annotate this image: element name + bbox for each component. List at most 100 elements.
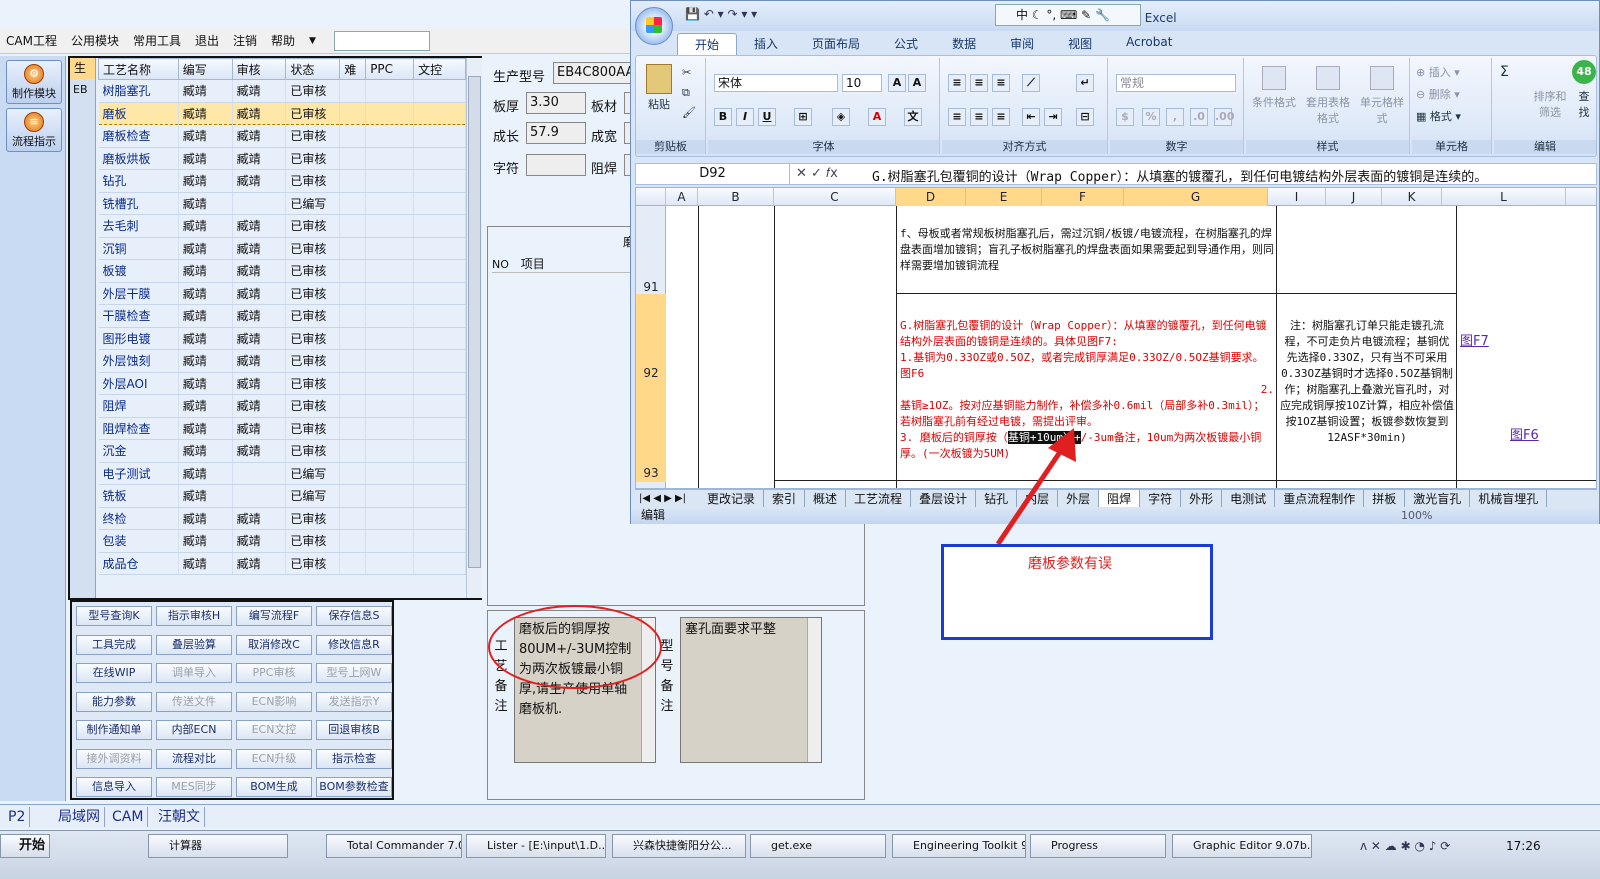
zoom-level[interactable]: 100%: [1401, 507, 1432, 524]
action-button[interactable]: 信息导入: [76, 777, 152, 797]
table-row[interactable]: 板镀 臧靖 臧靖 已审核: [98, 259, 466, 283]
tab-cam[interactable]: CAM: [108, 807, 149, 827]
row-header-93[interactable]: 93: [636, 466, 666, 480]
menu-public[interactable]: 公用模块: [71, 32, 119, 49]
char-input[interactable]: [526, 154, 586, 176]
menu-help[interactable]: 帮助: [271, 32, 295, 49]
column-header[interactable]: L: [1442, 188, 1566, 206]
action-button[interactable]: 制作通知单: [76, 720, 152, 740]
cell-style-button[interactable]: 单元格样式: [1356, 66, 1408, 126]
table-row[interactable]: 沉金 臧靖 臧靖 已审核: [98, 439, 466, 463]
border-icon[interactable]: ⊞: [794, 108, 812, 126]
table-row[interactable]: 成品仓 臧靖 臧靖 已审核: [98, 552, 466, 575]
formula-icons[interactable]: ✕ ✓ 𝑓x: [796, 166, 868, 181]
table-row[interactable]: 树脂塞孔 臧靖 臧靖 已审核: [98, 79, 466, 103]
name-box[interactable]: D92: [636, 164, 790, 184]
col-difficulty[interactable]: 难: [339, 58, 367, 80]
menu-cam[interactable]: CAM工程: [6, 32, 57, 49]
action-button[interactable]: 回退审核B: [316, 720, 392, 740]
taskbar-item[interactable]: get.exe: [750, 834, 886, 858]
table-row[interactable]: 铣板 臧靖 已编写: [98, 484, 466, 508]
column-header[interactable]: K: [1382, 188, 1442, 206]
column-header[interactable]: E: [966, 188, 1042, 206]
table-row[interactable]: 沉铜 臧靖 臧靖 已审核: [98, 237, 466, 260]
ime-toolbar[interactable]: 中 ☾ °, ⌨ ✎ 🔧: [995, 4, 1141, 26]
action-button[interactable]: 指示检查: [316, 748, 392, 769]
table-row[interactable]: 干膜检查 臧靖 臧靖 已审核: [98, 304, 466, 328]
action-button[interactable]: 修改信息R: [316, 634, 392, 655]
ribbon-tab[interactable]: 数据: [935, 33, 993, 55]
sheet-tab[interactable]: 阻焊: [1099, 490, 1141, 507]
italic-icon[interactable]: I: [736, 108, 754, 126]
sheet-tab[interactable]: 拼板: [1364, 490, 1406, 507]
orientation-icon[interactable]: ⟋: [1022, 74, 1040, 92]
column-header[interactable]: A: [666, 188, 698, 206]
action-button[interactable]: 接外调资料: [76, 748, 152, 769]
sheet-tab[interactable]: 外形: [1181, 490, 1223, 507]
action-button[interactable]: 取消修改C: [236, 634, 312, 655]
accounting-icon[interactable]: $: [1116, 108, 1134, 126]
sheet-tab[interactable]: 工艺流程: [846, 490, 912, 507]
delete-cells-button[interactable]: ⊖ 删除 ▾: [1416, 86, 1460, 102]
start-button[interactable]: 开始: [0, 834, 50, 858]
taskbar-item[interactable]: Engineering Toolkit 9....: [892, 834, 1026, 858]
table-row[interactable]: 终检 臧靖 臧靖 已审核: [98, 507, 466, 530]
column-header[interactable]: G: [1124, 188, 1268, 206]
find-button[interactable]: 查找: [1574, 88, 1594, 120]
align-right-icon[interactable]: ≡: [992, 108, 1010, 126]
action-button[interactable]: 在线WIP: [76, 663, 152, 683]
sheet-tab[interactable]: 叠层设计: [911, 490, 977, 507]
percent-icon[interactable]: %: [1142, 108, 1160, 126]
cut-icon[interactable]: ✂: [682, 66, 691, 79]
sheet-tab[interactable]: 字符: [1140, 490, 1182, 507]
ribbon-tab[interactable]: 页面布局: [795, 33, 877, 55]
taskbar-item[interactable]: Total Commander 7.0...: [326, 834, 462, 858]
sheet-tab[interactable]: 机械盲埋孔: [1470, 490, 1548, 507]
ribbon-tab[interactable]: Acrobat: [1109, 33, 1189, 55]
ribbon-tab[interactable]: 开始: [677, 33, 738, 55]
sheet-nav-icons[interactable]: |◀ ◀ ▶ ▶|: [635, 490, 699, 507]
increase-indent-icon[interactable]: ⇥: [1044, 108, 1062, 126]
underline-icon[interactable]: U: [758, 108, 776, 126]
number-format-select[interactable]: 常规: [1116, 74, 1236, 92]
taskbar-item[interactable]: Progress: [1030, 834, 1166, 858]
copy-icon[interactable]: ⧉: [682, 86, 690, 100]
ribbon-tab[interactable]: 插入: [737, 33, 795, 55]
taskbar-item[interactable]: Graphic Editor 9.07b...: [1172, 834, 1312, 858]
table-row[interactable]: 包装 臧靖 臧靖 已审核: [98, 529, 466, 553]
column-header[interactable]: J: [1326, 188, 1382, 206]
sort-filter-button[interactable]: 排序和筛选: [1530, 88, 1570, 120]
action-button[interactable]: 工具完成: [76, 634, 152, 655]
link-f7[interactable]: 图F7: [1460, 330, 1489, 349]
align-center-icon[interactable]: ≡: [970, 108, 988, 126]
menu-exit[interactable]: 退出: [195, 32, 219, 49]
action-button[interactable]: 发送指示Y: [316, 691, 392, 712]
formula-input[interactable]: G.树脂塞孔包覆铜的设计（Wrap Copper）：从填塞的镀覆孔，到任何电镀结…: [872, 166, 1592, 185]
model-list-item[interactable]: EB: [70, 79, 95, 101]
font-name-select[interactable]: 宋体: [714, 74, 838, 92]
action-button[interactable]: 叠层验算: [156, 634, 232, 655]
tab-user[interactable]: 汪朝文: [154, 807, 205, 827]
conditional-format-button[interactable]: 条件格式: [1248, 66, 1300, 110]
worksheet-grid[interactable]: ABCDEFGIJKL 91 92 93 f、母板或者常规板树脂塞孔后，需过沉铜…: [635, 187, 1597, 489]
cell-d91[interactable]: f、母板或者常规板树脂塞孔后，需过沉铜/板镀/电镀流程，在树脂塞孔的焊盘表面增加…: [900, 226, 1274, 274]
thickness-input[interactable]: 3.30: [526, 92, 586, 114]
action-button[interactable]: 保存信息S: [316, 606, 392, 626]
column-header[interactable]: F: [1042, 188, 1124, 206]
align-top-icon[interactable]: ≡: [948, 74, 966, 92]
model-input[interactable]: EB4C800AA: [553, 62, 635, 84]
quick-access-toolbar[interactable]: 💾 ↶ ▾ ↷ ▾ ▾: [685, 7, 757, 21]
column-header[interactable]: C: [774, 188, 896, 206]
length-input[interactable]: 57.9: [526, 122, 586, 144]
model-remark-text[interactable]: 塞孔面要求平整: [680, 617, 822, 763]
format-painter-icon[interactable]: 🖌: [682, 106, 696, 119]
link-f6[interactable]: 图F6: [1510, 424, 1539, 443]
make-module-button[interactable]: ⚙ 制作模块: [6, 60, 62, 104]
insert-cells-button[interactable]: ⊕ 插入 ▾: [1416, 64, 1460, 80]
action-button[interactable]: PPC审核: [236, 663, 312, 683]
table-row[interactable]: 外层AOI 臧靖 臧靖 已审核: [98, 372, 466, 395]
action-button[interactable]: 内部ECN: [156, 720, 232, 740]
row-header-92[interactable]: 92: [636, 366, 666, 380]
merge-cells-icon[interactable]: ⊟: [1076, 108, 1094, 126]
comma-icon[interactable]: ,: [1166, 108, 1184, 126]
